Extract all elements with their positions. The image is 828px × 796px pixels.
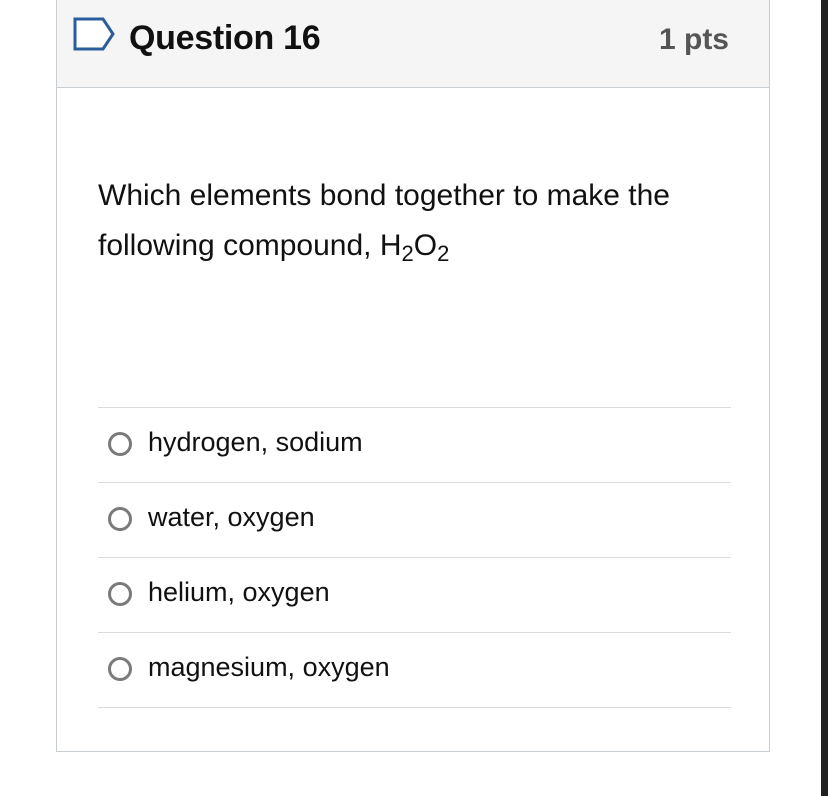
radio-button[interactable] [108, 432, 132, 456]
answer-label[interactable]: hydrogen, sodium [148, 427, 363, 458]
question-text: Which elements bond together to make the… [98, 171, 738, 271]
answer-option[interactable]: hydrogen, sodium [98, 408, 731, 483]
answer-label[interactable]: water, oxygen [148, 502, 315, 533]
answer-option[interactable]: magnesium, oxygen [98, 633, 731, 708]
question-header: Question 16 1 pts [57, 0, 769, 88]
answer-option[interactable]: helium, oxygen [98, 558, 731, 633]
answer-list: hydrogen, sodium water, oxygen helium, o… [98, 407, 731, 708]
radio-button[interactable] [108, 657, 132, 681]
question-title: Question 16 [129, 19, 321, 57]
formula-element-o: O [413, 229, 438, 262]
flag-outline-icon[interactable] [73, 17, 115, 51]
answer-label[interactable]: helium, oxygen [148, 577, 330, 608]
window-edge [821, 0, 828, 796]
question-points: 1 pts [658, 23, 729, 56]
question-text-prefix: Which elements bond together to make the… [98, 179, 670, 262]
formula-subscript-1: 2 [401, 241, 414, 266]
answer-option[interactable]: water, oxygen [98, 483, 731, 558]
question-card: Question 16 1 pts Which elements bond to… [56, 0, 770, 752]
radio-button[interactable] [108, 507, 132, 531]
formula-subscript-2: 2 [437, 241, 450, 266]
radio-button[interactable] [108, 582, 132, 606]
answer-label[interactable]: magnesium, oxygen [148, 652, 390, 683]
